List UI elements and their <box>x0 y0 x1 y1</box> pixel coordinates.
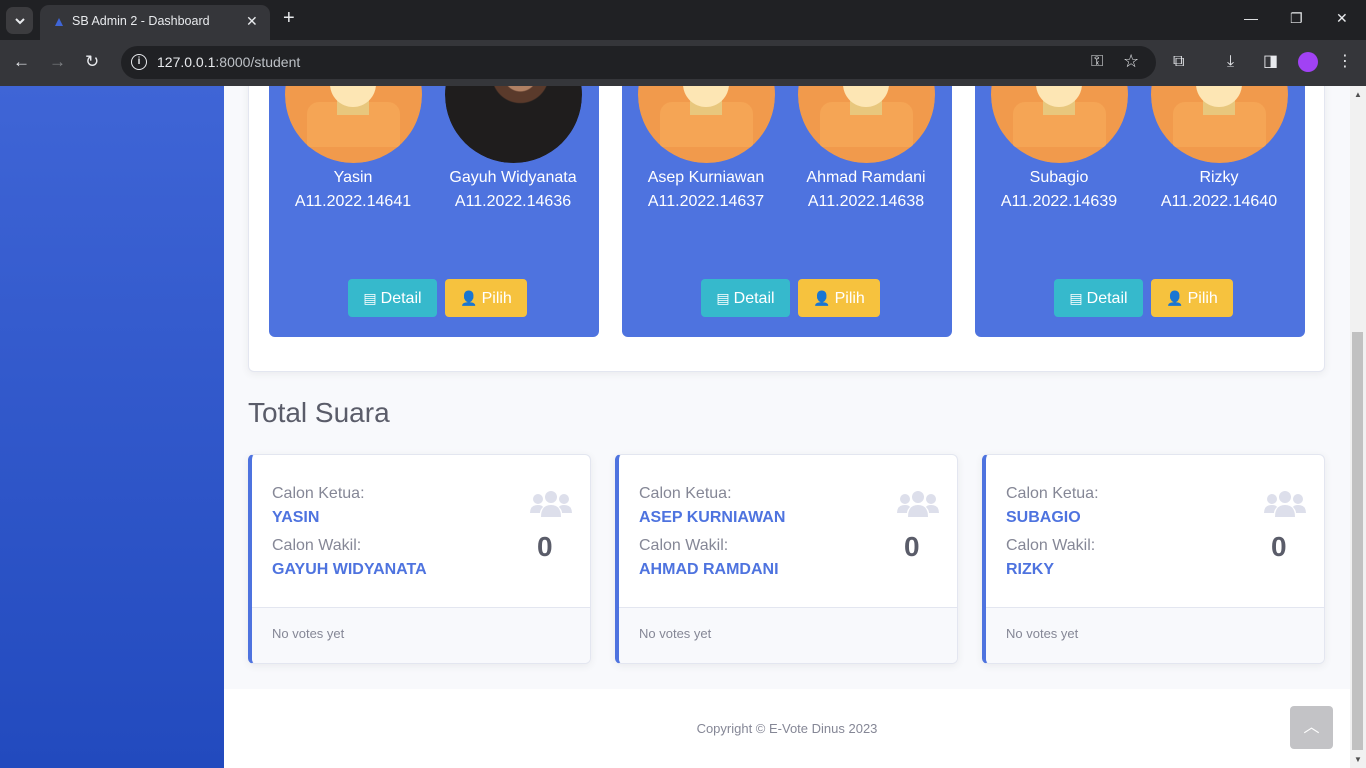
card-footer: No votes yet <box>252 607 590 663</box>
menu-icon[interactable]: ⋮ <box>1337 53 1353 71</box>
sidebar-icon[interactable]: ◨ <box>1263 53 1278 71</box>
forward-icon[interactable]: → <box>49 52 66 72</box>
scroll-to-top-button[interactable]: ︿ <box>1290 706 1333 749</box>
user-check-icon: 👤 <box>813 290 831 306</box>
vote-count: 0 <box>904 531 920 562</box>
wakil-name: RIZKY <box>1006 561 1054 578</box>
list-icon: ▤ <box>363 290 377 306</box>
scroll-down-icon[interactable]: ▼ <box>1354 755 1362 764</box>
new-tab-icon[interactable]: + <box>283 8 295 28</box>
card-footer: No votes yet <box>619 607 957 663</box>
ketua-name: ASEP KURNIAWAN <box>639 509 786 526</box>
browser-toolbar: ← → ↻ i 127.0.0.1:8000/student ⚿ ☆ ⧉ ⤓ ◨… <box>0 40 1366 86</box>
avatar <box>798 86 935 163</box>
favicon-icon <box>55 18 63 26</box>
wakil-name: AHMAD RAMDANI <box>639 561 779 578</box>
candidates-card: Yasin A11.2022.14641 Gayuh Widyanata A11… <box>248 86 1325 372</box>
profile-icon[interactable] <box>1298 52 1318 72</box>
footer-text: No votes yet <box>639 626 712 641</box>
list-icon: ▤ <box>1069 290 1083 306</box>
ketua-label: Calon Ketua: <box>639 485 732 502</box>
wakil-label: Calon Wakil: <box>272 537 362 554</box>
wakil-label: Calon Wakil: <box>639 537 729 554</box>
ketua-name: YASIN <box>272 509 320 526</box>
download-icon[interactable]: ⤓ <box>1227 53 1234 71</box>
candidate-name: Ahmad Ramdani <box>806 169 926 186</box>
candidate-name: Gayuh Widyanata <box>449 169 577 186</box>
page-footer: Copyright © E-Vote Dinus 2023 <box>224 689 1350 768</box>
ketua-name: SUBAGIO <box>1006 509 1081 526</box>
detail-button[interactable]: ▤ Detail <box>348 279 437 317</box>
detail-button[interactable]: ▤ Detail <box>1054 279 1143 317</box>
avatar <box>638 86 775 163</box>
url-text: 127.0.0.1:8000/student <box>157 54 301 70</box>
main-content: Yasin A11.2022.14641 Gayuh Widyanata A11… <box>224 86 1350 768</box>
vote-count: 0 <box>537 531 553 562</box>
candidate-nim: A11.2022.14637 <box>647 193 765 210</box>
ketua-label: Calon Ketua: <box>1006 485 1099 502</box>
candidate-name: Subagio <box>1029 169 1089 186</box>
key-icon[interactable]: ⚿ <box>1091 53 1103 71</box>
user-check-icon: 👤 <box>460 290 478 306</box>
scroll-up-icon[interactable]: ▲ <box>1354 90 1362 99</box>
star-icon[interactable]: ☆ <box>1123 52 1139 70</box>
candidate-pair: Asep Kurniawan A11.2022.14637 Ahmad Ramd… <box>622 86 952 337</box>
reload-icon[interactable]: ↻ <box>85 52 99 72</box>
vote-total-card: Calon Ketua: YASIN Calon Wakil: GAYUH WI… <box>248 454 591 664</box>
users-icon <box>897 491 939 517</box>
tab-search-icon[interactable] <box>6 7 33 34</box>
candidate-pair: Subagio A11.2022.14639 Rizky A11.2022.14… <box>975 86 1305 337</box>
browser-tabbar: SB Admin 2 - Dashboard ✕ + — ❐ ✕ <box>0 0 1366 40</box>
pilih-button[interactable]: 👤 Pilih <box>1151 279 1233 317</box>
ketua-label: Calon Ketua: <box>272 485 365 502</box>
scrollbar-thumb[interactable] <box>1352 332 1363 750</box>
scrollbar[interactable]: ▲ ▼ <box>1350 86 1366 768</box>
browser-tab[interactable]: SB Admin 2 - Dashboard ✕ <box>40 5 270 40</box>
wakil-label: Calon Wakil: <box>1006 537 1096 554</box>
minimize-icon[interactable]: — <box>1244 10 1258 26</box>
candidate-nim: A11.2022.14638 <box>807 193 925 210</box>
vote-total-card: Calon Ketua: SUBAGIO Calon Wakil: RIZKY … <box>982 454 1325 664</box>
pilih-button[interactable]: 👤 Pilih <box>445 279 527 317</box>
user-check-icon: 👤 <box>1166 290 1184 306</box>
users-icon <box>530 491 572 517</box>
candidate-pair: Yasin A11.2022.14641 Gayuh Widyanata A11… <box>269 86 599 337</box>
back-icon[interactable]: ← <box>13 52 30 72</box>
maximize-icon[interactable]: ❐ <box>1290 10 1303 27</box>
candidate-nim: A11.2022.14641 <box>294 193 412 210</box>
candidate-name: Rizky <box>1199 169 1239 186</box>
users-icon <box>1264 491 1306 517</box>
candidate-nim: A11.2022.14640 <box>1160 193 1278 210</box>
list-icon: ▤ <box>716 290 730 306</box>
vote-total-card: Calon Ketua: ASEP KURNIAWAN Calon Wakil:… <box>615 454 958 664</box>
footer-text: No votes yet <box>272 626 345 641</box>
avatar <box>285 86 422 163</box>
window-close-icon[interactable]: ✕ <box>1336 10 1348 27</box>
candidate-nim: A11.2022.14636 <box>454 193 572 210</box>
page: Yasin A11.2022.14641 Gayuh Widyanata A11… <box>0 86 1366 768</box>
card-footer: No votes yet <box>986 607 1324 663</box>
avatar <box>445 86 582 163</box>
detail-button[interactable]: ▤ Detail <box>701 279 790 317</box>
footer-text: No votes yet <box>1006 626 1079 641</box>
tab-title: SB Admin 2 - Dashboard <box>72 14 210 28</box>
copyright-text: Copyright © E-Vote Dinus 2023 <box>696 721 878 736</box>
avatar <box>991 86 1128 163</box>
candidate-name: Asep Kurniawan <box>647 169 765 186</box>
avatar <box>1151 86 1288 163</box>
close-icon[interactable]: ✕ <box>246 13 258 30</box>
info-icon[interactable]: i <box>131 54 147 70</box>
pilih-button[interactable]: 👤 Pilih <box>798 279 880 317</box>
wakil-name: GAYUH WIDYANATA <box>272 561 427 578</box>
address-bar[interactable]: i 127.0.0.1:8000/student ⚿ ☆ <box>121 46 1156 79</box>
candidate-name: Yasin <box>333 169 373 186</box>
vote-count: 0 <box>1271 531 1287 562</box>
chevron-up-icon: ︿ <box>1303 719 1320 736</box>
extensions-icon[interactable]: ⧉ <box>1173 53 1184 71</box>
section-title: Total Suara <box>248 397 390 428</box>
sidebar <box>0 86 224 768</box>
candidate-nim: A11.2022.14639 <box>1000 193 1118 210</box>
